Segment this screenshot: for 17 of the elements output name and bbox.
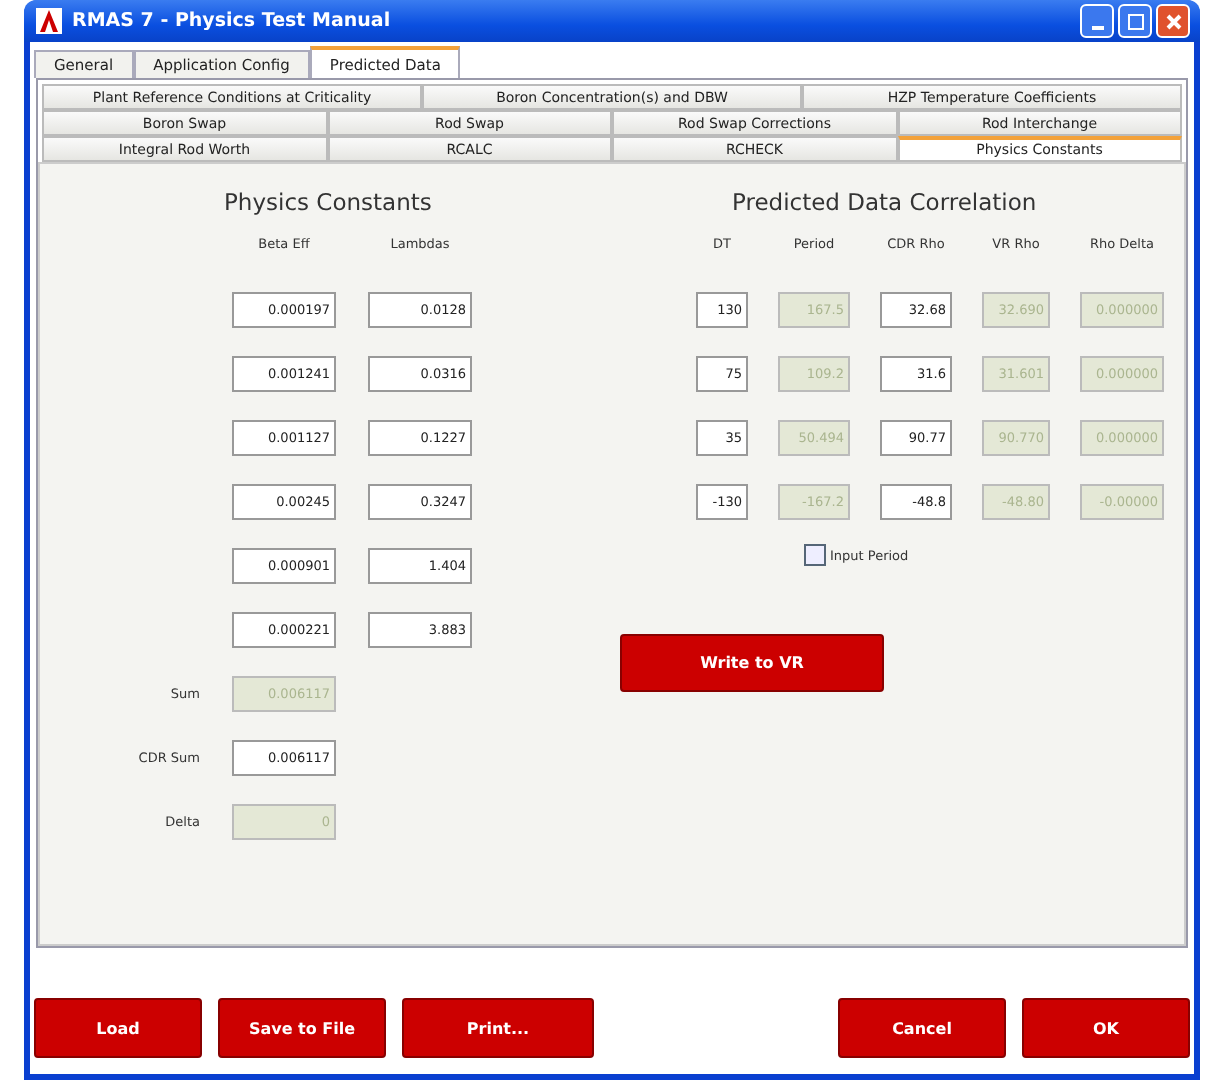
write-to-vr-button[interactable]: Write to VR (620, 634, 884, 692)
close-icon (1165, 13, 1181, 29)
section-title: Predicted Data Correlation (732, 188, 1039, 216)
close-button[interactable] (1156, 4, 1190, 38)
app-logo-icon (36, 8, 62, 34)
action-button[interactable]: OK (1022, 998, 1190, 1058)
section-title: Physics Constants (224, 188, 432, 216)
maximize-icon (1127, 13, 1143, 29)
maximize-button[interactable] (1118, 4, 1152, 38)
action-button[interactable]: Save to File (218, 998, 386, 1058)
minimize-button[interactable] (1080, 4, 1114, 38)
action-button[interactable]: Cancel (838, 998, 1006, 1058)
minimize-icon (1091, 25, 1103, 29)
action-button[interactable]: Load (34, 998, 202, 1058)
checkbox[interactable] (804, 544, 826, 566)
window-title: RMAS 7 - Physics Test Manual (72, 10, 393, 32)
action-button[interactable]: Print... (402, 998, 594, 1058)
